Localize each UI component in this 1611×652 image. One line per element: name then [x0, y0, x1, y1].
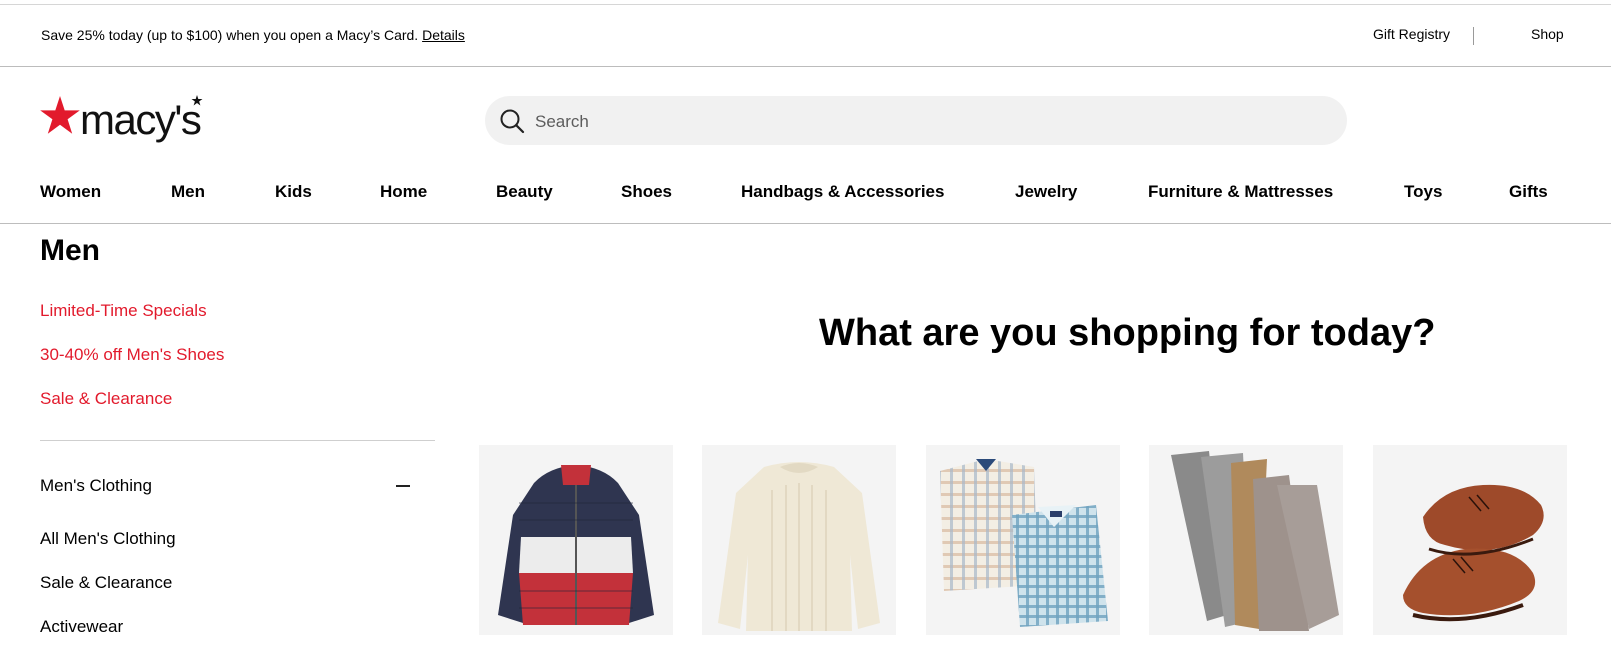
tile-puffer-jacket[interactable]	[479, 445, 673, 635]
main-nav: Women Men Kids Home Beauty Shoes Handbag…	[0, 170, 1611, 224]
star-icon	[40, 96, 80, 134]
nav-men[interactable]: Men	[171, 182, 205, 202]
clothing-sale-clearance-link[interactable]: Sale & Clearance	[40, 573, 172, 593]
sweater-image	[718, 462, 880, 631]
nav-kids[interactable]: Kids	[275, 182, 312, 202]
sidebar-divider	[40, 440, 435, 441]
nav-furniture-mattresses[interactable]: Furniture & Mattresses	[1148, 182, 1333, 202]
nav-handbags-accessories[interactable]: Handbags & Accessories	[741, 182, 944, 202]
activewear-link[interactable]: Activewear	[40, 617, 123, 637]
gift-registry-link[interactable]: Gift Registry	[1373, 26, 1450, 42]
page-title: Men	[40, 234, 100, 267]
nav-gifts[interactable]: Gifts	[1509, 182, 1548, 202]
dress-shirts-image	[940, 459, 1108, 627]
nav-toys[interactable]: Toys	[1404, 182, 1442, 202]
macys-logo-graphic: macy's	[40, 95, 203, 143]
mens-shoes-sale-link[interactable]: 30-40% off Men's Shoes	[40, 345, 224, 365]
nav-women[interactable]: Women	[40, 182, 101, 202]
promo-details-link[interactable]: Details	[422, 27, 465, 43]
sale-clearance-link[interactable]: Sale & Clearance	[40, 389, 172, 409]
mens-clothing-section-title[interactable]: Men's Clothing	[40, 476, 152, 496]
pants-image	[1171, 451, 1339, 631]
shop-link[interactable]: Shop	[1531, 26, 1564, 42]
macys-logo[interactable]: macy's	[40, 94, 215, 146]
tile-dress-shirts[interactable]	[926, 445, 1120, 635]
search-bar[interactable]	[485, 96, 1347, 147]
puffer-jacket-image	[498, 465, 654, 625]
utility-divider	[1473, 27, 1474, 45]
all-mens-clothing-link[interactable]: All Men's Clothing	[40, 529, 176, 549]
tile-dress-shoes[interactable]	[1373, 445, 1567, 635]
search-icon[interactable]	[499, 108, 525, 134]
tile-sweater[interactable]	[702, 445, 896, 635]
promo-bar: Save 25% today (up to $100) when you ope…	[0, 4, 1611, 67]
nav-shoes[interactable]: Shoes	[621, 182, 672, 202]
promo-message: Save 25% today (up to $100) when you ope…	[41, 27, 465, 43]
search-input[interactable]	[533, 96, 1317, 147]
limited-time-specials-link[interactable]: Limited-Time Specials	[40, 301, 207, 321]
promo-text: Save 25% today (up to $100) when you ope…	[41, 27, 423, 43]
tile-pants[interactable]	[1149, 445, 1343, 635]
nav-beauty[interactable]: Beauty	[496, 182, 553, 202]
nav-jewelry[interactable]: Jewelry	[1015, 182, 1077, 202]
dress-shoes-image	[1403, 484, 1544, 622]
collapse-minus-icon[interactable]	[396, 484, 410, 498]
logo-wordmark: macy's	[80, 96, 201, 143]
shopping-heading: What are you shopping for today?	[819, 312, 1436, 354]
nav-home[interactable]: Home	[380, 182, 427, 202]
